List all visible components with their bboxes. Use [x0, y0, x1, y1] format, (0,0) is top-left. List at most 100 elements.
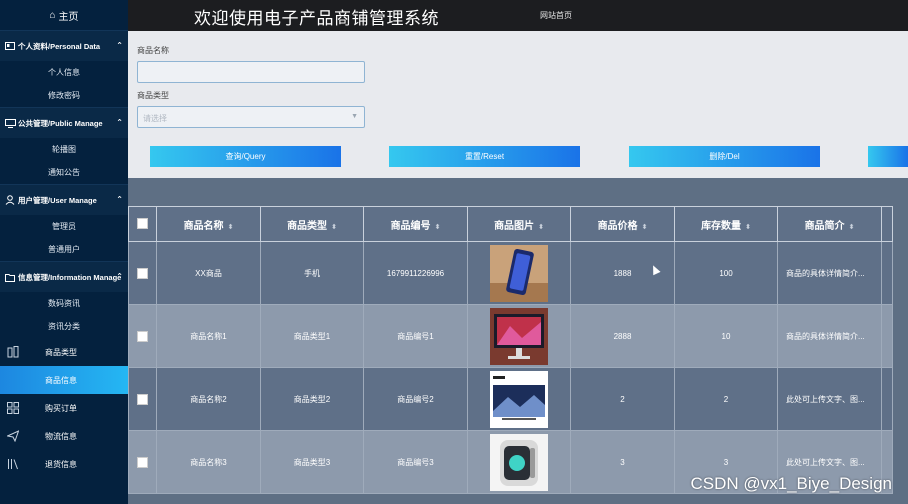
- site-home-link[interactable]: 网站首页: [540, 10, 572, 21]
- table-header-row: 商品名称 ⬍ 商品类型 ⬍ 商品编号 ⬍ 商品图片 ⬍ 商品价格 ⬍ 库存数量 ⬍ 商品简介…: [128, 206, 893, 242]
- sidebar-group-personal[interactable]: 个人资料/Personal Data ⌃: [0, 30, 128, 61]
- cell-image: [467, 430, 571, 494]
- cell-intro: 此处可上传文字、图...: [777, 367, 882, 431]
- column-header-label: 商品价格: [597, 220, 638, 232]
- cell-price: 2: [570, 367, 675, 431]
- extra-button[interactable]: [868, 146, 908, 167]
- cell-type: 手机: [260, 241, 364, 305]
- product-table: 商品名称 ⬍ 商品类型 ⬍ 商品编号 ⬍ 商品图片 ⬍ 商品价格 ⬍ 库存数量 ⬍ 商品简介…: [128, 206, 908, 504]
- row-checkbox[interactable]: [137, 330, 148, 342]
- sidebar-item-orders[interactable]: 购买订单: [0, 394, 128, 422]
- tv-image[interactable]: [490, 370, 548, 428]
- sidebar-item-returns[interactable]: 退货信息: [0, 450, 128, 478]
- product-type-select[interactable]: 请选择 ▼: [137, 106, 365, 128]
- cell-price: 3: [570, 430, 675, 494]
- sidebar-group-user[interactable]: 用户管理/User Manage ⌃: [0, 184, 128, 215]
- product-name-input[interactable]: [137, 61, 365, 83]
- cell-type: 商品类型3: [260, 430, 364, 494]
- cell-image: [467, 367, 571, 431]
- cell-name: 商品名称1: [156, 304, 261, 368]
- sidebar-item-admin[interactable]: 管理员: [0, 215, 128, 238]
- product-type-label: 商品类型: [137, 91, 169, 100]
- select-all-cell: [128, 206, 157, 242]
- sidebar-item-product-info[interactable]: 商品信息: [0, 366, 128, 394]
- user-icon: [4, 195, 16, 205]
- cell-stock: 100: [674, 241, 778, 305]
- column-header-stock[interactable]: 库存数量 ⬍: [674, 206, 778, 242]
- row-select-cell: [128, 430, 157, 494]
- cell-name: 商品名称3: [156, 430, 261, 494]
- product-name-label: 商品名称: [137, 46, 169, 55]
- sidebar-item-carousel[interactable]: 轮播图: [0, 138, 128, 161]
- sort-icon: ⬍: [538, 223, 544, 231]
- chevron-up-icon: ⌃: [116, 195, 123, 204]
- sidebar-item-label: 物流信息: [45, 431, 77, 441]
- table-toolbar: [128, 178, 908, 206]
- column-header-type[interactable]: 商品类型 ⬍: [260, 206, 364, 242]
- sidebar-item-normal-user[interactable]: 普通用户: [0, 238, 128, 261]
- cell-stock: 10: [674, 304, 778, 368]
- chevron-up-icon: ⌃: [116, 41, 123, 50]
- reset-button[interactable]: 重置/Reset: [389, 146, 580, 167]
- sidebar-item-label: 退货信息: [45, 459, 77, 469]
- cell-name: 商品名称2: [156, 367, 261, 431]
- sidebar-group-label: 信息管理/Information Manage: [18, 272, 122, 282]
- monitor-image[interactable]: [490, 307, 548, 365]
- sidebar-item-product-type[interactable]: 商品类型: [0, 338, 128, 366]
- grid-icon: [3, 402, 23, 414]
- row-checkbox[interactable]: [137, 267, 148, 279]
- cell-price: 1888: [570, 241, 675, 305]
- search-panel: 商品名称 商品类型 请选择 ▼ 查询/Query 重置/Reset 删除/Del: [128, 31, 908, 178]
- sort-icon: ⬍: [434, 223, 441, 231]
- books-icon: [3, 458, 23, 470]
- cell-code: 1679911226996: [363, 241, 468, 305]
- sidebar-item-logistics[interactable]: 物流信息: [0, 422, 128, 450]
- cell-intro: 商品的具体详情简介...: [777, 241, 882, 305]
- pc-image[interactable]: [490, 433, 548, 491]
- column-header-intro[interactable]: 商品简介 ⬍: [777, 206, 882, 242]
- cell-code: 商品编号2: [363, 367, 468, 431]
- sidebar-group-information[interactable]: 信息管理/Information Manage ⌃: [0, 261, 128, 292]
- delete-button[interactable]: 删除/Del: [629, 146, 820, 167]
- chevron-down-icon: ▼: [351, 113, 358, 120]
- product-type-icon: [3, 346, 23, 358]
- select-all-checkbox[interactable]: [137, 218, 148, 230]
- column-header-code[interactable]: 商品编号 ⬍: [363, 206, 468, 242]
- column-header-label: 商品名称: [183, 220, 224, 232]
- column-header-price[interactable]: 商品价格 ⬍: [570, 206, 675, 242]
- sidebar-item-label: 购买订单: [45, 403, 77, 413]
- sidebar-item-personal-info[interactable]: 个人信息: [0, 61, 128, 84]
- phone-image[interactable]: [490, 244, 548, 302]
- cell-image: [467, 241, 571, 305]
- id-card-icon: [4, 41, 16, 51]
- table-row[interactable]: 商品名称1 商品类型1 商品编号1 2888 10 商品的具体详情简介...: [128, 304, 893, 368]
- sidebar-group-label: 个人资料/Personal Data: [18, 41, 101, 51]
- sidebar-group-public[interactable]: 公共管理/Public Manage ⌃: [0, 107, 128, 138]
- top-bar: 欢迎使用电子产品商铺管理系统 网站首页: [128, 0, 908, 31]
- cell-stock: 2: [674, 367, 778, 431]
- send-icon: [3, 430, 23, 442]
- sidebar-item-digital-news[interactable]: 数码资讯: [0, 292, 128, 315]
- cell-extra: [881, 367, 893, 431]
- sort-icon: ⬍: [331, 223, 337, 231]
- sidebar-item-change-password[interactable]: 修改密码: [0, 84, 128, 107]
- row-checkbox[interactable]: [137, 393, 148, 405]
- column-header-name[interactable]: 商品名称 ⬍: [156, 206, 261, 242]
- table-row[interactable]: 商品名称2 商品类型2 商品编号2 2 2 此处可上传文字、图...: [128, 367, 893, 431]
- sidebar-item-notice[interactable]: 通知公告: [0, 161, 128, 184]
- cell-extra: [881, 241, 893, 305]
- row-select-cell: [128, 367, 157, 431]
- query-button[interactable]: 查询/Query: [150, 146, 341, 167]
- cell-type: 商品类型2: [260, 367, 364, 431]
- sort-icon: ⬍: [641, 223, 648, 231]
- table-row[interactable]: XX商品 手机 1679911226996 1888 100 商品的具体详情简介…: [128, 241, 893, 305]
- row-checkbox[interactable]: [137, 456, 148, 468]
- column-header-image[interactable]: 商品图片 ⬍: [467, 206, 571, 242]
- sidebar-group-label: 公共管理/Public Manage: [18, 118, 103, 128]
- cell-image: [467, 304, 571, 368]
- cell-intro: 商品的具体详情简介...: [777, 304, 882, 368]
- sidebar-item-news-category[interactable]: 资讯分类: [0, 315, 128, 338]
- sidebar-home[interactable]: ⌂ 主页: [0, 0, 128, 30]
- sidebar: ⌂ 主页 个人资料/Personal Data ⌃ 个人信息 修改密码 公共管理…: [0, 0, 128, 504]
- column-header-extra: [881, 206, 893, 242]
